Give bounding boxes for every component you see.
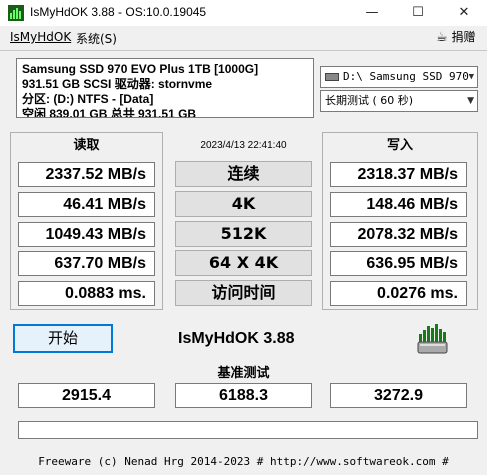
- menu-bar: [0, 26, 487, 48]
- chevron-down-icon: ▼: [468, 72, 474, 82]
- app-name: IsMyHdOK 3.88: [178, 330, 295, 347]
- footer-credits: Freeware (c) Nenad Hrg 2014-2023 # http:…: [38, 455, 449, 468]
- drive-select[interactable]: D:\ Samsung SSD 970 ▼: [320, 66, 478, 88]
- read-4k-value: 46.41 MB/s: [18, 192, 155, 217]
- close-button[interactable]: ✕: [441, 0, 487, 26]
- 512k-test-button[interactable]: 512K: [175, 221, 312, 247]
- coffee-icon: ☕: [436, 30, 448, 45]
- read-512k-value: 1049.43 MB/s: [18, 222, 155, 247]
- access-time-test-button[interactable]: 访问时间: [175, 280, 312, 306]
- read-header: 读取: [73, 138, 100, 153]
- read-64x4k-value: 637.70 MB/s: [18, 251, 155, 276]
- write-4k-value: 148.46 MB/s: [330, 192, 467, 217]
- start-button[interactable]: 开始: [13, 324, 113, 353]
- write-access-time-value: 0.0276 ms.: [330, 281, 467, 306]
- drive-free-space: 空闲 839.01 GB 总共 931.51 GB: [22, 107, 197, 118]
- test-mode-select[interactable]: 长期测试 ( 60 秒) ▼: [320, 90, 478, 112]
- maximize-button[interactable]: ☐: [395, 0, 441, 26]
- benchmark-read-value: 2915.4: [18, 383, 155, 408]
- drive-select-value: D:\ Samsung SSD 970: [343, 70, 469, 83]
- 4k-test-button[interactable]: 4K: [175, 191, 312, 217]
- benchmark-total-value: 6188.3: [175, 383, 312, 408]
- drive-model: Samsung SSD 970 EVO Plus 1TB [1000G]: [22, 62, 259, 76]
- menu-ismyhdok[interactable]: IsMyHdOK: [10, 30, 71, 44]
- write-64x4k-value: 636.95 MB/s: [330, 251, 467, 276]
- donate-button[interactable]: ☕ 捐赠: [436, 28, 476, 45]
- write-sequential-value: 2318.37 MB/s: [330, 162, 467, 187]
- benchmark-write-value: 3272.9: [330, 383, 467, 408]
- hdd-chart-icon: [417, 324, 448, 354]
- read-access-time-value: 0.0883 ms.: [18, 281, 155, 306]
- chevron-down-icon: ▼: [467, 96, 474, 106]
- 64x4k-test-button[interactable]: 64 X 4K: [175, 250, 312, 276]
- progress-bar: [18, 421, 478, 439]
- window-title: IsMyHdOK 3.88 - OS:10.0.19045: [30, 5, 207, 19]
- menu-separator: [0, 50, 487, 51]
- drive-size-driver: 931.51 GB SCSI 驱动器: stornvme: [22, 77, 213, 91]
- minimize-button[interactable]: —: [349, 0, 395, 26]
- drive-partition: 分区: (D:) NTFS - [Data]: [22, 92, 154, 106]
- benchmark-label: 基准测试: [217, 366, 270, 381]
- donate-label: 捐赠: [451, 30, 476, 44]
- app-icon: [8, 5, 24, 21]
- write-512k-value: 2078.32 MB/s: [330, 222, 467, 247]
- read-sequential-value: 2337.52 MB/s: [18, 162, 155, 187]
- test-mode-value: 长期测试 ( 60 秒): [325, 94, 414, 107]
- write-header: 写入: [386, 138, 413, 153]
- drive-info-box: Samsung SSD 970 EVO Plus 1TB [1000G] 931…: [16, 58, 314, 118]
- test-timestamp: 2023/4/13 22:41:40: [200, 140, 287, 151]
- menu-system[interactable]: 系统(S): [76, 30, 117, 47]
- drive-icon: [325, 73, 339, 81]
- sequential-test-button[interactable]: 连续: [175, 161, 312, 187]
